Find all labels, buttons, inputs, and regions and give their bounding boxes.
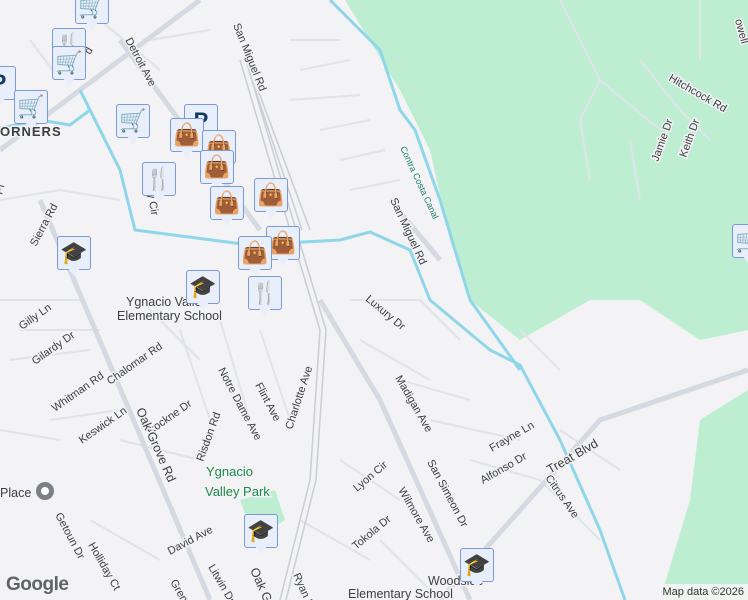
map-canvas[interactable]: Detroit Ave San Miguel Rd San Miguel Rd … [0, 0, 748, 600]
street-label: Notre Dame Ave [215, 366, 263, 443]
street-label: Alfonso Dr [479, 450, 530, 486]
park-area [660, 390, 748, 600]
shopping-bag-icon: 👜 [238, 236, 272, 270]
school-label: Elementary School [348, 587, 453, 600]
marker-pointer [0, 97, 6, 106]
marker-pointer [196, 301, 210, 310]
marker-pointer [470, 579, 484, 588]
school-icon: 🎓 [460, 548, 494, 582]
school-marker[interactable]: 🎓 [186, 270, 220, 314]
street-label: Whitman Rd [50, 370, 106, 415]
street-label: Gilardy Dr [30, 329, 78, 367]
school-marker[interactable]: 🎓 [57, 236, 91, 280]
marker-pointer [220, 217, 234, 226]
street-label: Ryan Rd [290, 571, 318, 600]
shopping-bag-marker[interactable]: 👜 [170, 118, 204, 162]
restaurant-marker[interactable]: 🍴 [248, 276, 282, 320]
shopping-cart-icon: 🛒 [14, 90, 48, 124]
school-marker[interactable]: 🎓 [244, 514, 278, 558]
map-attribution[interactable]: Map data ©2026 [658, 584, 748, 600]
street-label: Oak Gro [247, 566, 279, 600]
shopping-bag-icon: 👜 [200, 150, 234, 184]
park-area [345, 0, 748, 340]
street-label: Frayne Ln [488, 419, 537, 454]
marker-pointer [62, 77, 76, 86]
street-label: Gren [167, 578, 190, 600]
marker-pointer [264, 209, 278, 218]
shopping-cart-marker[interactable]: 🛒 [14, 90, 48, 134]
street-label: Holliday Ct [85, 541, 122, 593]
restaurant-icon: 🍴 [142, 162, 176, 196]
marker-pointer [85, 21, 99, 30]
street-label: Madigan Ave [392, 374, 434, 435]
marker-pointer [258, 307, 272, 316]
marker-pointer [248, 267, 262, 276]
street-label: San Miguel Rd [230, 22, 268, 93]
marker-pointer [742, 255, 748, 264]
restaurant-marker[interactable]: 🍴 [142, 162, 176, 206]
school-icon: 🎓 [244, 514, 278, 548]
restaurant-icon: 🍴 [248, 276, 282, 310]
marker-pointer [254, 545, 268, 554]
shopping-cart-marker[interactable]: 🛒 [116, 104, 150, 148]
street-label: Citrus Ave [543, 473, 581, 521]
place-label: Place [0, 486, 31, 500]
park-label: Valley Park [205, 484, 270, 499]
marker-pointer [180, 149, 194, 158]
park-label: Ygnacio [206, 464, 253, 479]
shopping-cart-icon: 🛒 [732, 224, 748, 258]
marker-pointer [67, 267, 81, 276]
street-label: Getoun Dr [52, 511, 87, 562]
street-label: Gilly Ln [17, 302, 54, 333]
school-icon: 🎓 [186, 270, 220, 304]
shopping-bag-marker[interactable]: 👜 [238, 236, 272, 280]
school-icon: 🎓 [57, 236, 91, 270]
shopping-cart-icon: 🛒 [52, 46, 86, 80]
google-logo: Google [6, 574, 69, 595]
school-marker[interactable]: 🎓 [460, 548, 494, 592]
street-label: Risdon Rd [195, 411, 224, 463]
shopping-bag-icon: 👜 [210, 186, 244, 220]
shopping-cart-icon: 🛒 [116, 104, 150, 138]
marker-pointer [152, 193, 166, 202]
street-label: Chalomar Rd [105, 340, 165, 387]
street-label: Charlotte Ave [283, 365, 315, 431]
shopping-cart-marker[interactable]: 🛒 [52, 46, 86, 90]
shopping-bag-icon: 👜 [170, 118, 204, 152]
marker-pointer [276, 257, 290, 266]
shopping-bag-marker[interactable]: 👜 [254, 178, 288, 222]
shopping-bag-icon: 👜 [254, 178, 288, 212]
street-label: San Miguel Rd [387, 196, 428, 266]
marker-pointer [126, 135, 140, 144]
shopping-bag-marker[interactable]: 👜 [210, 186, 244, 230]
shopping-cart-marker[interactable]: 🛒 [732, 224, 748, 268]
street-label: Pl [0, 183, 7, 196]
marker-pointer [24, 121, 38, 130]
place-pin-dot [41, 487, 49, 495]
